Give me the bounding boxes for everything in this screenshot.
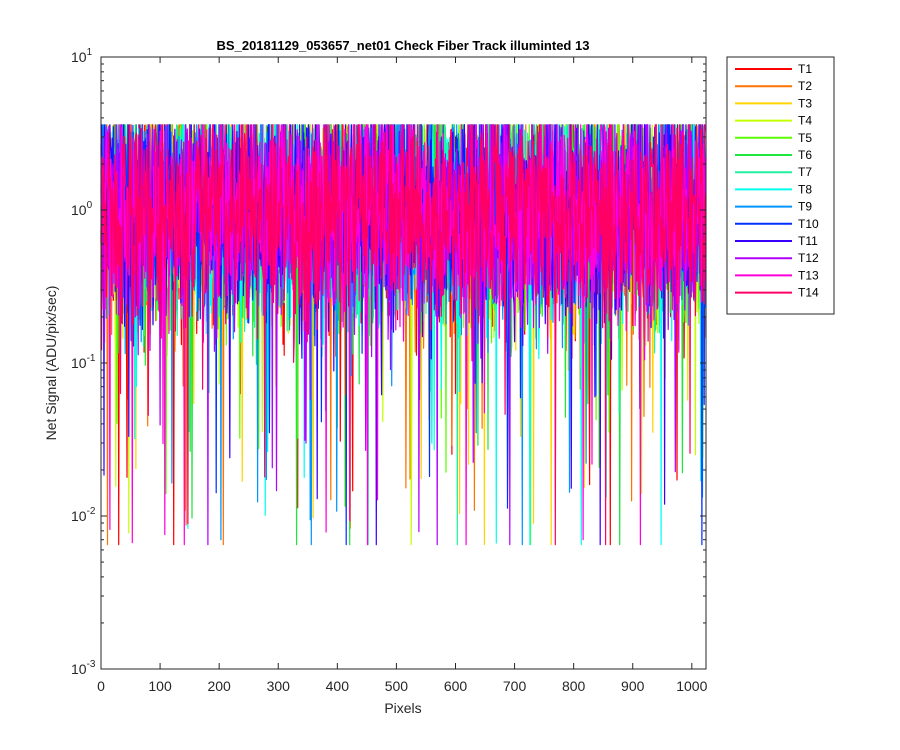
legend-label-T12: T12 <box>798 251 819 265</box>
legend-label-T11: T11 <box>798 234 818 248</box>
x-tick-label: 900 <box>621 678 645 694</box>
legend-label-T8: T8 <box>798 182 812 196</box>
y-axis-label: Net Signal (ADU/pix/sec) <box>43 286 59 441</box>
legend-label-T4: T4 <box>798 114 812 128</box>
x-axis-label: Pixels <box>384 700 421 716</box>
x-tick-label: 500 <box>385 678 409 694</box>
legend-label-T14: T14 <box>798 286 819 300</box>
y-tick-label: 100 <box>71 200 93 218</box>
legend-label-T1: T1 <box>798 62 812 76</box>
legend-label-T2: T2 <box>798 79 812 93</box>
legend-label-T9: T9 <box>798 200 812 214</box>
legend-label-T5: T5 <box>798 131 812 145</box>
chart: 0 100 200 300 400 500 600 700 800 900 1000 10-3 10-… <box>43 38 835 716</box>
x-tick-label: 200 <box>207 678 231 694</box>
legend-label-T13: T13 <box>798 268 819 282</box>
legend: T1 T2 T3 T4 T5 T6 T7 T8 T9 T10 T11 T12 T13 T14 <box>726 56 835 315</box>
chart-title: BS_20181129_053657_net01 Check Fiber Tra… <box>217 38 590 53</box>
x-tick-label: 100 <box>148 678 172 694</box>
y-tick-label: 101 <box>71 47 93 65</box>
legend-label-T7: T7 <box>798 165 812 179</box>
x-tick-label: 400 <box>326 678 350 694</box>
x-tick-label: 700 <box>503 678 527 694</box>
x-tick-label: 800 <box>562 678 586 694</box>
x-tick-label: 600 <box>444 678 468 694</box>
x-tick-label: 0 <box>97 678 105 694</box>
x-tick-label: 1000 <box>676 678 707 694</box>
x-tick-label: 300 <box>267 678 291 694</box>
y-tick-label: 10-3 <box>71 659 96 677</box>
legend-label-T6: T6 <box>798 148 812 162</box>
y-tick-label: 10-1 <box>71 353 96 371</box>
y-tick-label: 10-2 <box>71 506 96 524</box>
legend-label-T10: T10 <box>798 217 819 231</box>
legend-label-T3: T3 <box>798 96 812 110</box>
